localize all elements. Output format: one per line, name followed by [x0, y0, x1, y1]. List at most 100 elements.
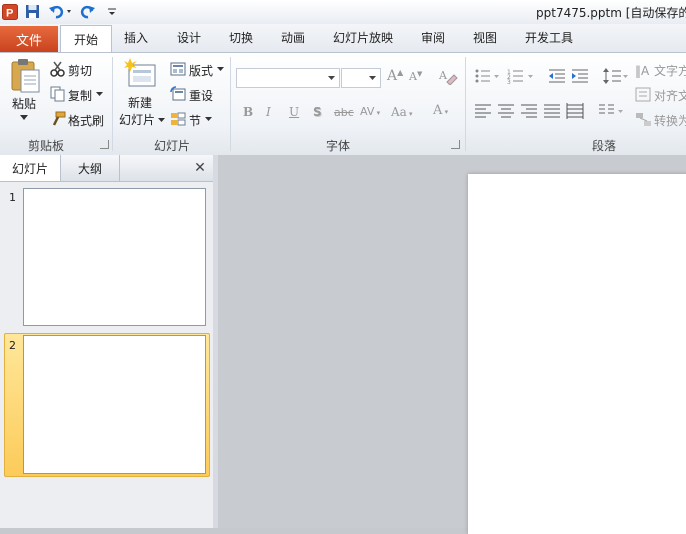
slide-number: 2: [9, 339, 16, 352]
slide-thumbnail[interactable]: [23, 188, 206, 326]
character-spacing-button[interactable]: AV ▾: [360, 105, 380, 118]
close-pane-icon[interactable]: ✕: [190, 155, 210, 181]
watermark-logo-icon: S: [584, 474, 600, 491]
clipboard-group-label: 剪贴板: [28, 139, 65, 153]
paste-dropdown-icon[interactable]: [19, 113, 29, 123]
new-slide-icon[interactable]: [124, 57, 158, 91]
section-dropdown-icon[interactable]: [204, 115, 212, 123]
italic-button[interactable]: I: [266, 105, 271, 119]
layout-dropdown-icon[interactable]: [216, 65, 224, 73]
paste-button[interactable]: 粘贴: [12, 95, 36, 112]
convert-smartart-button[interactable]: 转换为: [654, 112, 686, 129]
shrink-font-button[interactable]: A▼: [409, 70, 422, 83]
text-shadow-button[interactable]: S: [313, 105, 322, 119]
reset-button[interactable]: 重设: [189, 87, 213, 104]
copy-button[interactable]: 复制: [68, 87, 92, 104]
line-spacing-icon[interactable]: [603, 67, 629, 85]
group-separator: [230, 57, 231, 151]
new-slide-button[interactable]: 新建: [128, 94, 152, 111]
redo-icon[interactable]: [80, 3, 96, 20]
font-name-combo[interactable]: [236, 68, 340, 88]
tab-file[interactable]: 文件: [0, 26, 58, 52]
text-direction-button[interactable]: 文字方: [654, 62, 686, 79]
strikethrough-button[interactable]: abc: [334, 106, 354, 119]
columns-icon[interactable]: [598, 102, 626, 120]
font-name-dropdown-icon: [328, 76, 335, 80]
decrease-indent-icon[interactable]: [548, 67, 566, 85]
group-separator: [112, 57, 113, 151]
grow-font-icon: A: [387, 68, 398, 84]
tab-outline-pane[interactable]: 大纲: [61, 155, 120, 181]
group-separator: [465, 57, 466, 151]
tab-transitions[interactable]: 切换: [229, 29, 253, 46]
tab-animations[interactable]: 动画: [281, 29, 305, 46]
font-size-combo[interactable]: [341, 68, 381, 88]
smartart-icon: [635, 111, 653, 129]
svg-text:3: 3: [507, 79, 511, 85]
font-size-dropdown-icon: [369, 76, 376, 80]
svg-text:P: P: [6, 7, 13, 19]
new-slide-dropdown-icon[interactable]: [157, 116, 165, 124]
paste-icon[interactable]: [8, 57, 42, 95]
customize-toolbar-icon[interactable]: [106, 3, 118, 20]
tab-review[interactable]: 审阅: [421, 29, 445, 46]
svg-text:‖A: ‖A: [635, 64, 650, 78]
font-color-button[interactable]: A ▾: [433, 103, 448, 118]
bold-button[interactable]: B: [243, 105, 253, 119]
svg-text:A: A: [438, 69, 448, 82]
copy-dropdown-icon[interactable]: [95, 90, 103, 98]
pane-tab-strip: 幻灯片 大纲 ✕: [0, 155, 213, 182]
window-title: ppt7475.pptm [自动保存的]: [536, 6, 686, 20]
shrink-font-icon: A: [409, 70, 417, 83]
tab-home[interactable]: 开始: [60, 25, 112, 53]
slide-number: 1: [9, 191, 16, 204]
justify-icon[interactable]: [543, 102, 561, 120]
section-icon: [170, 111, 186, 127]
paragraph-group-label: 段落: [592, 139, 617, 153]
layout-button[interactable]: 版式: [189, 62, 213, 79]
align-text-button[interactable]: 对齐文: [654, 87, 686, 104]
distributed-icon[interactable]: [566, 102, 584, 120]
numbering-icon[interactable]: 123: [507, 67, 537, 85]
align-text-icon: [635, 86, 653, 104]
format-painter-button[interactable]: 格式刷: [68, 112, 104, 129]
watermark: S 经验: [584, 474, 628, 491]
clear-formatting-icon[interactable]: A: [438, 67, 458, 85]
font-group-label: 字体: [326, 139, 351, 153]
tab-slides-pane[interactable]: 幻灯片: [0, 155, 61, 181]
slide-canvas[interactable]: [468, 174, 686, 534]
underline-button[interactable]: U: [289, 105, 299, 119]
save-icon[interactable]: [24, 3, 40, 20]
clipboard-dialog-launcher-icon[interactable]: [100, 140, 109, 149]
text-direction-icon: ‖A: [635, 61, 653, 79]
slide-editing-area: [218, 155, 686, 534]
change-case-button[interactable]: Aa ▾: [391, 105, 413, 119]
tab-slideshow[interactable]: 幻灯片放映: [333, 29, 393, 46]
new-slide-button-line2[interactable]: 幻灯片: [119, 111, 155, 128]
scissors-icon: [50, 61, 66, 77]
font-dialog-launcher-icon[interactable]: [451, 140, 460, 149]
cut-button[interactable]: 剪切: [68, 62, 92, 79]
tab-developer[interactable]: 开发工具: [525, 29, 573, 46]
slides-group-label: 幻灯片: [154, 139, 191, 153]
align-center-icon[interactable]: [497, 102, 515, 120]
copy-icon: [50, 86, 66, 102]
tab-design[interactable]: 设计: [177, 29, 201, 46]
slides-pane: 幻灯片 大纲 ✕ 1 2: [0, 155, 214, 528]
title-bar: P ppt7475.pptm [自动保存的]: [0, 0, 686, 24]
undo-icon[interactable]: [48, 3, 74, 20]
slide-thumbnail-selected[interactable]: [23, 335, 206, 474]
align-left-icon[interactable]: [474, 102, 492, 120]
tab-insert[interactable]: 插入: [124, 29, 148, 46]
reset-icon: [170, 86, 186, 102]
character-spacing-icon: AV: [360, 105, 375, 118]
powerpoint-app-icon[interactable]: P: [2, 3, 18, 20]
ribbon-tab-row: 文件 开始 插入 设计 切换 动画 幻灯片放映 审阅 视图 开发工具: [0, 24, 686, 53]
align-right-icon[interactable]: [520, 102, 538, 120]
tab-view[interactable]: 视图: [473, 29, 497, 46]
bullets-icon[interactable]: [474, 67, 502, 85]
svg-text:S: S: [588, 479, 594, 490]
increase-indent-icon[interactable]: [571, 67, 589, 85]
section-button[interactable]: 节: [189, 112, 201, 129]
grow-font-button[interactable]: A▲: [387, 68, 403, 84]
